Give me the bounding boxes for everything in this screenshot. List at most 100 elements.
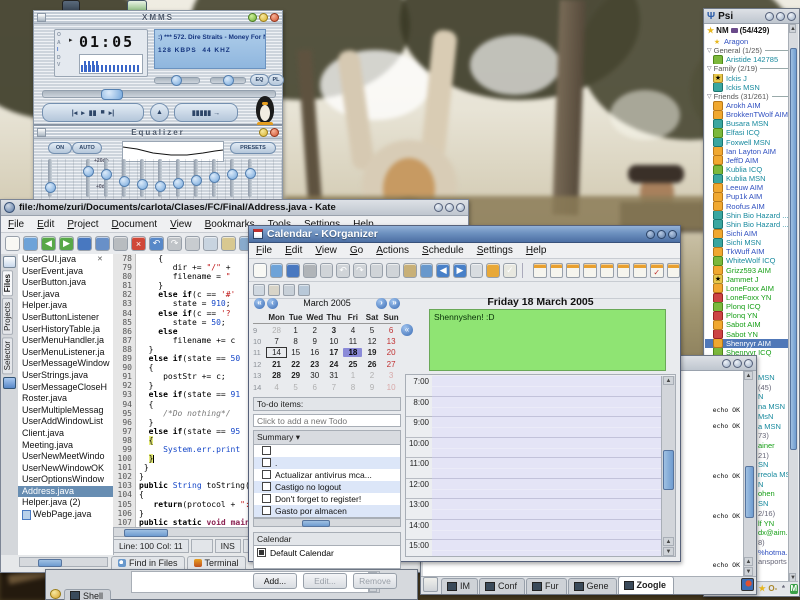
file-item[interactable]: UserNewWindowOK — [18, 463, 113, 475]
kate-titlebar[interactable]: file:/home/zuri/Documents/carlota/Clases… — [1, 200, 468, 216]
redo-icon[interactable]: ↷ — [167, 236, 182, 251]
forward-icon[interactable]: ▶ — [59, 236, 74, 251]
undo-icon[interactable]: ↶ — [336, 263, 350, 278]
sidebar-tab-selector[interactable]: Selector — [2, 337, 13, 374]
todo-item[interactable] — [254, 445, 400, 457]
goto-today-icon[interactable] — [533, 263, 547, 278]
day-cell[interactable]: 20 — [382, 348, 401, 357]
day-cell[interactable]: 19 — [362, 348, 381, 357]
folder-icon[interactable] — [3, 377, 16, 389]
file-item[interactable]: UserNewMeetWindo — [18, 451, 113, 463]
todo-item[interactable]: Gasto por almacen — [254, 505, 400, 517]
volume-slider[interactable] — [154, 77, 200, 84]
day-cell[interactable]: 8 — [343, 383, 362, 392]
file-item[interactable]: Meeting.java — [18, 440, 113, 452]
scrollbar-thumb[interactable] — [124, 529, 168, 537]
scrollbar-thumb[interactable] — [745, 466, 754, 518]
stop-button[interactable]: ■ — [101, 109, 105, 116]
todo-item[interactable]: Don't forget to register! — [254, 493, 400, 505]
terminal-tab-gene[interactable]: Gene — [568, 578, 617, 594]
open-file-icon[interactable] — [23, 236, 38, 251]
day-cell[interactable]: 10 — [324, 337, 343, 346]
file-item[interactable]: UserButtonListener — [18, 312, 113, 324]
slider-thumb[interactable] — [227, 169, 238, 180]
playlist-toggle-button[interactable]: PL — [268, 74, 284, 86]
slider-thumb[interactable] — [173, 178, 184, 189]
slider-thumb[interactable] — [101, 169, 112, 180]
todo-horizontal-scrollbar[interactable] — [253, 518, 401, 527]
file-item[interactable]: Client.java — [18, 428, 113, 440]
day-cell[interactable]: 2 — [362, 371, 381, 380]
xmms-titlebar[interactable]: XMMS — [34, 11, 282, 24]
day-cell[interactable]: 24 — [324, 360, 343, 369]
equalizer-menu-icon[interactable] — [37, 128, 46, 137]
day-cell[interactable]: 30 — [305, 371, 324, 380]
day-cell[interactable]: 12 — [362, 337, 381, 346]
save-icon[interactable] — [286, 263, 300, 278]
file-item[interactable]: UserHistoryTable.ja — [18, 324, 113, 336]
day-cell[interactable]: 23 — [305, 360, 324, 369]
hour-row[interactable] — [432, 417, 662, 438]
menu-edit[interactable]: Edit — [37, 219, 54, 230]
eject-button[interactable]: ▲ — [150, 103, 169, 122]
next-year-button[interactable]: » — [389, 298, 400, 309]
file-item[interactable]: UserMessageWindow — [18, 358, 113, 370]
next-x-days-view-icon[interactable] — [600, 263, 614, 278]
hour-row[interactable] — [432, 397, 662, 418]
todo-item[interactable]: Castigo no logout — [254, 481, 400, 493]
play-button[interactable]: ▸ — [81, 109, 85, 117]
todo-checkbox[interactable] — [262, 470, 271, 479]
open-icon[interactable] — [270, 263, 284, 278]
cut-icon[interactable] — [370, 263, 384, 278]
menu-help[interactable]: Help — [526, 245, 547, 256]
clutter-letter[interactable]: D — [57, 55, 61, 63]
day-cell[interactable]: 26 — [362, 360, 381, 369]
prev-month-button[interactable]: ‹ — [267, 298, 278, 309]
day-cell[interactable]: 13 — [382, 337, 401, 346]
day-cell[interactable]: 16 — [305, 348, 324, 357]
xmms-menu-icon[interactable] — [37, 13, 46, 22]
todo-summary-column[interactable]: Summary ▾ — [253, 430, 401, 445]
todo-checkbox[interactable] — [262, 458, 271, 467]
terminal-tab-im[interactable]: IM — [441, 578, 478, 594]
day-cell[interactable]: 29 — [286, 371, 305, 380]
menu-edit[interactable]: Edit — [285, 245, 302, 256]
slider-thumb[interactable] — [45, 182, 56, 193]
todo-checkbox[interactable] — [262, 446, 271, 455]
day-cell[interactable]: 22 — [286, 360, 305, 369]
save-icon[interactable] — [77, 236, 92, 251]
slider-thumb[interactable] — [137, 179, 148, 190]
slider-thumb[interactable] — [209, 172, 220, 183]
account-key-icon[interactable]: O- — [768, 584, 777, 594]
menu-document[interactable]: Document — [111, 219, 157, 230]
hour-row[interactable] — [432, 376, 662, 397]
todo-list-view-icon[interactable]: ✓ — [650, 263, 664, 278]
terminal-tab-fur[interactable]: Fur — [526, 578, 567, 594]
slider-thumb[interactable] — [245, 168, 256, 179]
balance-slider[interactable] — [210, 77, 246, 84]
next-month-button[interactable]: › — [376, 298, 387, 309]
todo-checkbox[interactable] — [262, 482, 271, 491]
konsole-icon[interactable] — [741, 578, 754, 591]
pause-button[interactable]: ▮▮ — [89, 109, 97, 117]
day-cell[interactable]: 27 — [382, 360, 401, 369]
eq-band-slider[interactable] — [212, 159, 216, 197]
clutter-letter[interactable]: V — [57, 62, 61, 70]
month-view-icon[interactable] — [617, 263, 631, 278]
forward-icon[interactable]: ▶ — [453, 263, 467, 278]
day-cell[interactable]: 7 — [324, 383, 343, 392]
next-button[interactable]: ▸| — [109, 109, 114, 117]
back-icon[interactable]: ◀ — [436, 263, 450, 278]
minimize-button[interactable] — [434, 203, 443, 212]
day-cell[interactable]: 7 — [267, 337, 286, 346]
day-cell[interactable]: 2 — [305, 326, 324, 335]
day-cell[interactable]: 17 — [324, 348, 343, 357]
menu-project[interactable]: Project — [67, 219, 98, 230]
day-matrix-icon[interactable] — [283, 284, 295, 296]
volume-knob[interactable] — [171, 75, 182, 86]
print-icon[interactable] — [303, 263, 317, 278]
eq-band-slider[interactable] — [230, 159, 234, 197]
shell-tab[interactable]: Shell — [64, 589, 111, 600]
hour-row[interactable] — [432, 520, 662, 541]
eq-band-slider[interactable] — [248, 159, 252, 197]
